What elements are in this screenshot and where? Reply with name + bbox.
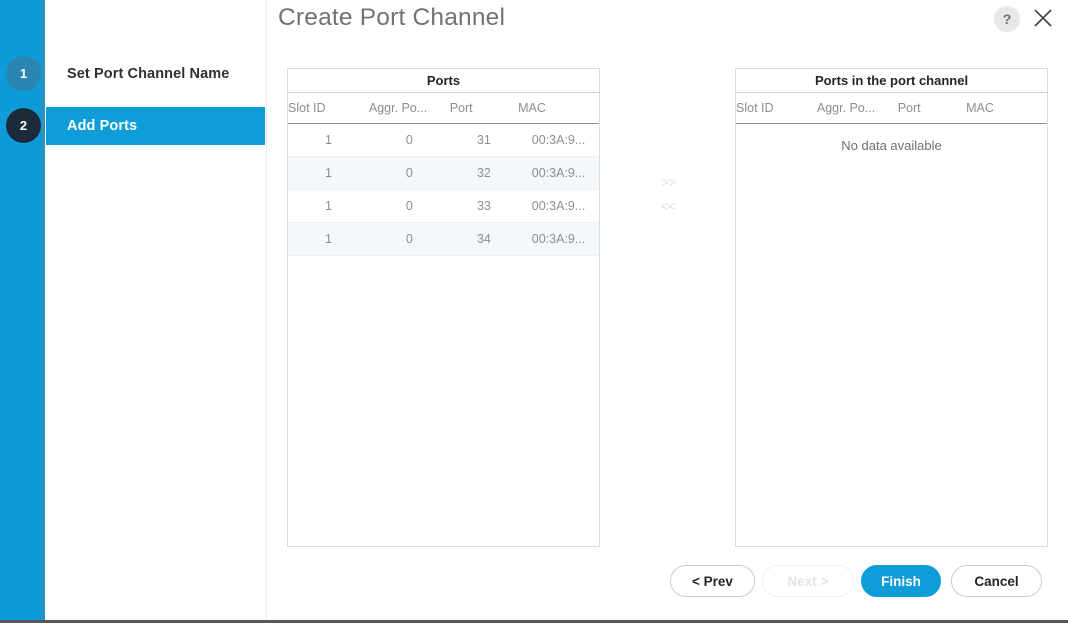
cell-port: 33 — [449, 189, 519, 223]
cell-slot-id: 1 — [288, 189, 369, 223]
table-row[interactable]: 1 0 32 00:3A:9... — [288, 156, 599, 190]
empty-state-message: No data available — [841, 138, 942, 153]
table-header-row: Slot ID Aggr. Po... Port MAC — [736, 93, 1047, 124]
cell-slot-id: 1 — [288, 123, 369, 157]
close-icon[interactable] — [1028, 3, 1058, 33]
table-header-row: Slot ID Aggr. Po... Port MAC — [288, 93, 599, 124]
selected-ports-title: Ports in the port channel — [735, 68, 1048, 92]
table-row[interactable]: 1 0 33 00:3A:9... — [288, 189, 599, 223]
table-row[interactable]: 1 0 34 00:3A:9... — [288, 222, 599, 256]
sidebar-item-add-ports[interactable]: 2 Add Ports — [0, 107, 265, 145]
cell-aggr-port: 0 — [368, 189, 450, 223]
remove-ports-button[interactable]: << — [646, 194, 690, 218]
help-icon[interactable]: ? — [994, 6, 1020, 32]
cell-slot-id: 1 — [288, 222, 369, 256]
step-1-label: Set Port Channel Name — [67, 66, 230, 82]
table-row[interactable]: 1 0 31 00:3A:9... — [288, 123, 599, 157]
available-ports-panel: Ports Slot ID Aggr. Po... Port MAC 1 0 3… — [287, 68, 600, 547]
column-header-port[interactable]: Port — [897, 93, 967, 124]
cell-mac: 00:3A:9... — [518, 123, 599, 157]
column-header-aggr-port[interactable]: Aggr. Po... — [816, 93, 898, 124]
add-ports-button[interactable]: >> — [646, 170, 690, 194]
cancel-button[interactable]: Cancel — [951, 565, 1042, 597]
column-header-aggr-port[interactable]: Aggr. Po... — [368, 93, 450, 124]
column-header-mac[interactable]: MAC — [966, 93, 1047, 124]
column-header-slot-id[interactable]: Slot ID — [736, 93, 817, 124]
cell-slot-id: 1 — [288, 156, 369, 190]
cell-aggr-port: 0 — [368, 123, 450, 157]
selected-ports-body: Slot ID Aggr. Po... Port MAC No data ava… — [735, 92, 1048, 547]
cell-mac: 00:3A:9... — [518, 156, 599, 190]
cell-port: 31 — [449, 123, 519, 157]
create-port-channel-dialog: 1 Set Port Channel Name 2 Add Ports Crea… — [0, 0, 1068, 623]
step-2-number: 2 — [6, 108, 41, 143]
sidebar-divider — [266, 0, 267, 620]
cell-aggr-port: 0 — [368, 156, 450, 190]
available-ports-title: Ports — [287, 68, 600, 92]
column-header-slot-id[interactable]: Slot ID — [288, 93, 369, 124]
selected-ports-table: Slot ID Aggr. Po... Port MAC — [736, 93, 1047, 124]
cell-port: 32 — [449, 156, 519, 190]
column-header-port[interactable]: Port — [449, 93, 519, 124]
cell-aggr-port: 0 — [368, 222, 450, 256]
wizard-steps: 1 Set Port Channel Name 2 Add Ports — [0, 0, 267, 620]
transfer-controls: >> << — [646, 170, 690, 218]
page-title: Create Port Channel — [278, 4, 506, 31]
available-ports-rows: 1 0 31 00:3A:9... 1 0 32 00:3A:9... 1 0 — [288, 123, 599, 256]
selected-ports-panel: Ports in the port channel Slot ID Aggr. … — [735, 68, 1048, 547]
step-2-label: Add Ports — [67, 118, 138, 134]
cell-port: 34 — [449, 222, 519, 256]
cell-mac: 00:3A:9... — [518, 189, 599, 223]
finish-button[interactable]: Finish — [861, 565, 941, 597]
prev-button[interactable]: < Prev — [670, 565, 755, 597]
step-1-number: 1 — [6, 56, 41, 91]
column-header-mac[interactable]: MAC — [518, 93, 599, 124]
next-button: Next > — [762, 565, 854, 597]
dialog-footer: < Prev Next > Finish Cancel — [0, 565, 1068, 605]
sidebar-item-set-port-channel-name[interactable]: 1 Set Port Channel Name — [0, 55, 265, 93]
available-ports-table: Slot ID Aggr. Po... Port MAC 1 0 31 00:3… — [288, 93, 599, 256]
cell-mac: 00:3A:9... — [518, 222, 599, 256]
available-ports-body: Slot ID Aggr. Po... Port MAC 1 0 31 00:3… — [287, 92, 600, 547]
